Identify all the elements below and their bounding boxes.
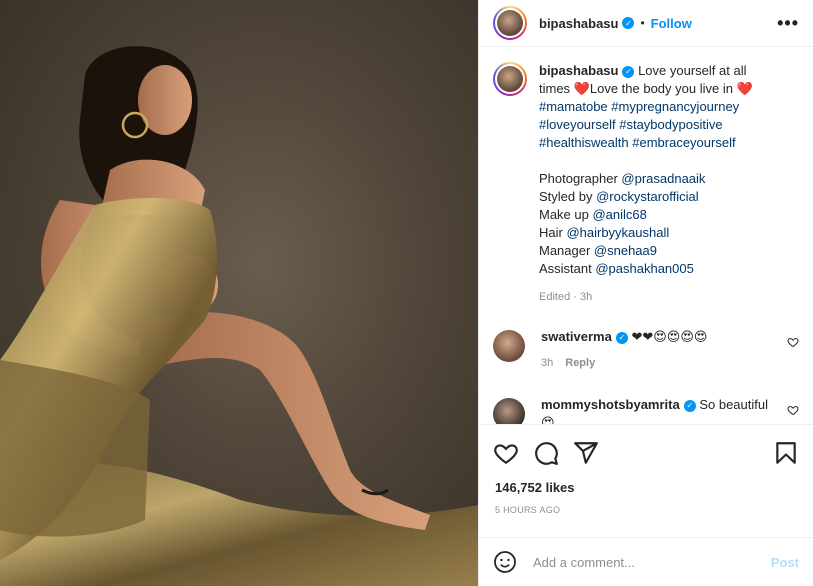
bookmark-icon[interactable] [773,440,799,466]
hashtag[interactable]: #mypregnancyjourney [611,99,739,114]
commenter-avatar[interactable] [493,330,525,362]
comment-time: 3h [541,357,554,369]
credit-label: Styled by [539,189,597,204]
photo-illustration [0,46,478,586]
author-avatar[interactable] [493,6,527,40]
comment-icon[interactable] [533,440,559,466]
likes-count[interactable]: 146,752 likes [495,480,575,495]
credit-handle[interactable]: @pashakhan005 [595,261,694,276]
heart-icon[interactable] [493,440,519,466]
verified-icon: ✓ [683,399,696,412]
separator-dot: • [640,16,645,30]
comment-input[interactable] [531,553,755,571]
caption-body: bipashabasu ✓ Love yourself at all times … [539,62,779,306]
emoji-icon[interactable] [493,550,517,574]
reply-button[interactable]: Reply [565,357,595,369]
follow-button[interactable]: Follow [651,16,692,31]
caption-avatar[interactable] [493,62,527,96]
share-icon[interactable] [573,440,599,466]
caption-username[interactable]: bipashabasu [539,63,618,78]
credit-handle[interactable]: @anilc68 [592,207,646,222]
author-username[interactable]: bipashabasu [539,16,618,31]
verified-icon: ✓ [615,331,628,344]
caption-edited: Edited · 3h [539,291,593,303]
post-header: bipashabasu ✓ • Follow ••• [479,0,813,47]
verified-icon: ✓ [622,65,635,78]
hashtag[interactable]: #loveyourself [539,117,616,132]
credit-label: Manager [539,243,594,258]
comment-like-icon[interactable] [787,336,799,348]
post-button[interactable]: Post [771,555,799,570]
instagram-post: bipashabasu ✓ • Follow ••• bipashabasu ✓ … [0,0,813,586]
hashtag[interactable]: #embraceyourself [632,135,735,150]
more-icon[interactable]: ••• [777,13,799,34]
credit-handle[interactable]: @prasadnaaik [621,171,705,186]
credit-label: Photographer [539,171,622,186]
verified-icon: ✓ [622,17,635,29]
action-bar [479,424,813,480]
commenter-username[interactable]: mommyshotsbyamrita [541,397,680,412]
caption: bipashabasu ✓ Love yourself at all times … [479,52,813,306]
comment-item: swativerma ✓ ❤❤😍😍😍😍 3h Reply [479,328,813,372]
hashtag[interactable]: #healthiswealth [539,135,629,150]
hashtag[interactable]: #mamatobe [539,99,608,114]
comment-item: mommyshotsbyamrita ✓ So beautiful 😍 [479,396,813,424]
post-photo[interactable] [0,0,478,586]
hashtag[interactable]: #staybodypositive [619,117,722,132]
add-comment-bar: Post [479,537,813,586]
post-timestamp[interactable]: 5 HOURS AGO [495,505,560,515]
comment-text: ❤❤😍😍😍😍 [627,329,708,344]
credit-handle[interactable]: @snehaa9 [594,243,657,258]
commenter-avatar[interactable] [493,398,525,424]
credit-label: Hair [539,225,567,240]
credit-handle[interactable]: @hairbyykaushall [566,225,669,240]
credit-label: Assistant [539,261,596,276]
credit-handle[interactable]: @rockystarofficial [596,189,699,204]
commenter-username[interactable]: swativerma [541,329,612,344]
comment-like-icon[interactable] [787,404,799,416]
comment-body: mommyshotsbyamrita ✓ So beautiful 😍 [541,396,771,424]
comments-scroll[interactable]: bipashabasu ✓ Love yourself at all times … [479,52,813,424]
post-sidebar: bipashabasu ✓ • Follow ••• bipashabasu ✓ … [478,0,813,586]
comment-body: swativerma ✓ ❤❤😍😍😍😍 3h Reply [541,328,771,372]
credit-label: Make up [539,207,593,222]
comment-meta: 3h Reply [541,354,771,372]
